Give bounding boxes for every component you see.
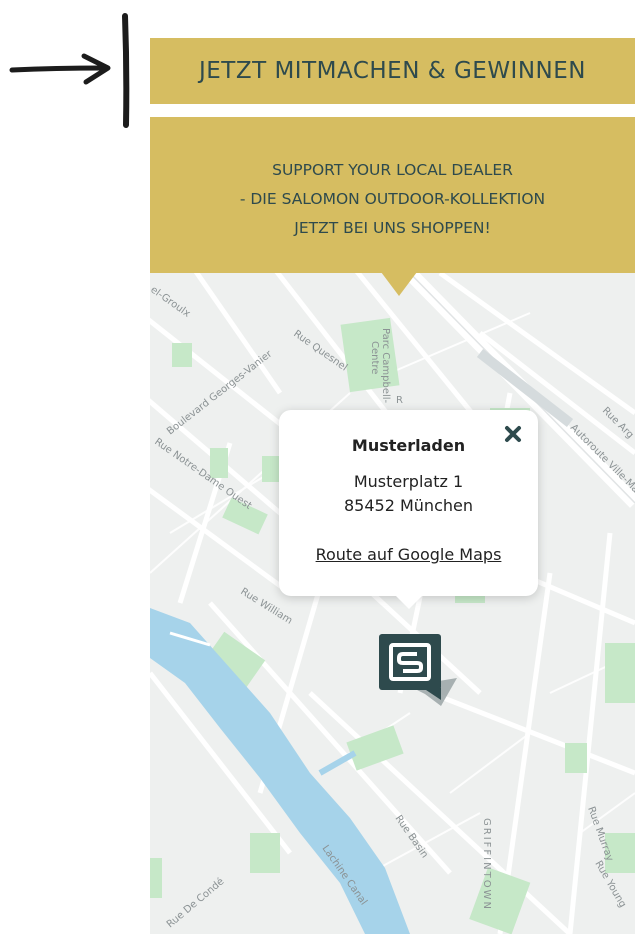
promo-line-2: - DIE SALOMON OUTDOOR-KOLLEKTION bbox=[239, 190, 546, 208]
close-icon[interactable] bbox=[503, 424, 523, 444]
map-canvas[interactable]: el-Groulx Rue Quesnel Parc Campbell- Cen… bbox=[150, 273, 635, 934]
promo-box: SUPPORT YOUR LOCAL DEALER - DIE SALOMON … bbox=[150, 117, 635, 273]
store-map[interactable]: el-Groulx Rue Quesnel Parc Campbell- Cen… bbox=[150, 273, 635, 934]
street-label-parc-campbell: Parc Campbell- bbox=[380, 328, 391, 404]
street-label-centre: Centre bbox=[369, 341, 380, 374]
promo-line-3: JETZT BEI UNS SHOPPEN! bbox=[294, 219, 491, 237]
promo-line-1: SUPPORT YOUR LOCAL DEALER bbox=[272, 161, 513, 179]
annotation-arrow-icon bbox=[9, 13, 130, 128]
store-street: Musterplatz 1 bbox=[353, 472, 464, 491]
store-city: 85452 München bbox=[344, 496, 473, 515]
street-label-r: R bbox=[396, 395, 403, 406]
street-label-griffintown: GRIFFINTOWN bbox=[481, 818, 492, 911]
store-marker-icon[interactable] bbox=[379, 634, 459, 706]
popup-arrow bbox=[395, 595, 423, 609]
store-info-popup: Musterladen Musterplatz 1 85452 München … bbox=[279, 410, 538, 596]
promo-pointer bbox=[381, 272, 417, 296]
cta-banner-button[interactable]: JETZT MITMACHEN & GEWINNEN bbox=[150, 38, 635, 104]
store-name: Musterladen bbox=[351, 436, 466, 455]
cta-banner-label: JETZT MITMACHEN & GEWINNEN bbox=[198, 58, 586, 84]
route-google-maps-link[interactable]: Route auf Google Maps bbox=[316, 545, 502, 564]
